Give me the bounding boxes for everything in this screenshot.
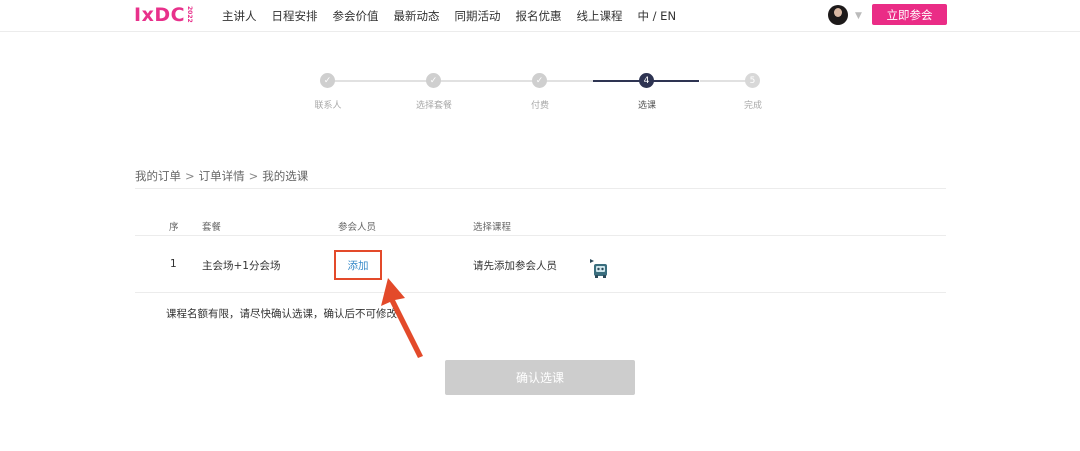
row-package: 主会场+1分会场 <box>202 260 281 272</box>
breadcrumb: 我的订单 > 订单详情 > 我的选课 <box>135 168 308 184</box>
row-index: 1 <box>170 258 177 270</box>
step-number-next: 5 <box>745 73 760 88</box>
step-label-course-select: 选课 <box>637 101 656 111</box>
step-label-package: 选择套餐 <box>415 101 452 111</box>
column-header-package: 套餐 <box>202 222 222 233</box>
confirm-selection-button[interactable]: 确认选课 <box>445 360 635 395</box>
check-icon: ✓ <box>320 73 335 88</box>
progress-steps: ✓ ✓ ✓ 4 5 联系人 选择套餐 付费 选课 完成 <box>0 0 1080 120</box>
breadcrumb-separator: > <box>248 169 259 183</box>
table-row-divider <box>135 292 946 293</box>
breadcrumb-my-courses: 我的选课 <box>262 169 309 183</box>
check-icon: ✓ <box>532 73 547 88</box>
column-header-course: 选择课程 <box>473 222 512 233</box>
step-label-contact: 联系人 <box>314 101 342 111</box>
annotation-arrow-icon <box>381 278 423 358</box>
check-icon: ✓ <box>426 73 441 88</box>
step-label-payment: 付费 <box>530 101 549 111</box>
breadcrumb-order-details[interactable]: 订单详情 <box>199 169 245 183</box>
table-header-divider <box>135 235 946 236</box>
step-number-current: 4 <box>639 73 654 88</box>
row-course-hint: 请先添加参会人员 <box>473 260 557 272</box>
divider <box>135 188 946 189</box>
breadcrumb-separator: > <box>185 169 195 183</box>
step-label-done: 完成 <box>743 101 762 111</box>
column-header-attendee: 参会人员 <box>338 222 377 233</box>
robot-icon <box>590 259 607 278</box>
step-connector <box>434 80 540 82</box>
step-connector <box>328 80 434 82</box>
breadcrumb-my-orders[interactable]: 我的订单 <box>135 169 181 183</box>
column-header-index: 序 <box>169 222 179 233</box>
